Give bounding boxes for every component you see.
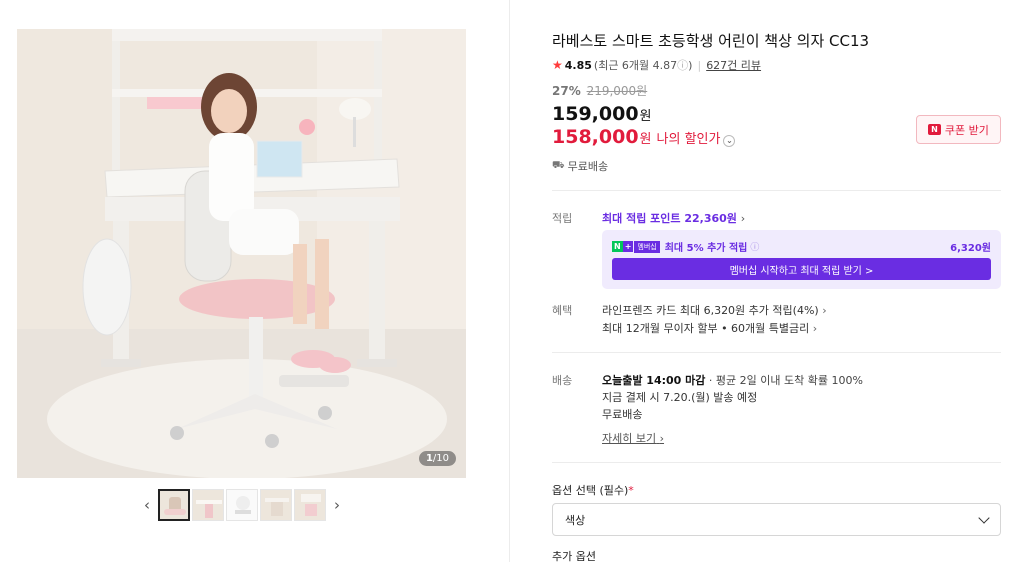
thumbnail-5[interactable]	[294, 489, 326, 521]
membership-line: N + 멤버십 최대 5% 추가 적립 ⓘ 6,320원	[612, 239, 991, 254]
chevron-right-icon: ›	[822, 304, 827, 317]
plus-icon: +	[622, 241, 634, 252]
delivery-schedule: 지금 결제 시 7.20.(월) 발송 예정	[602, 391, 758, 404]
color-select[interactable]: 색상	[552, 503, 1001, 536]
product-gallery: 1/10 ‹ ›	[0, 0, 510, 562]
installment-benefit-link[interactable]: 최대 12개월 무이자 할부 • 60개월 특별금리 ›	[602, 320, 817, 336]
chevron-right-icon: ›	[740, 212, 746, 225]
discount-row: 27% 219,000원	[552, 82, 647, 99]
thumbnail-1[interactable]	[158, 489, 190, 521]
delivery-label: 배송	[552, 374, 573, 387]
coupon-button[interactable]: N 쿠폰 받기	[916, 115, 1001, 144]
my-price-label: 나의 할인가	[656, 132, 721, 147]
naver-n-icon: N	[928, 124, 941, 135]
sale-price: 159,000원	[552, 103, 652, 125]
accumulate-label: 적립	[552, 212, 573, 225]
delivery-detail-link[interactable]: 자세히 보기 ›	[602, 430, 664, 446]
benefit-label: 혜택	[552, 304, 573, 317]
divider	[552, 462, 1001, 463]
divider: |	[697, 58, 702, 72]
recent-rating: (최근 6개월 4.87ⓘ)	[593, 59, 693, 72]
max-points-link[interactable]: 최대 적립 포인트 22,360원 ›	[602, 210, 745, 226]
thumbnail-strip: ‹ ›	[138, 489, 346, 521]
thumbnail-2[interactable]	[192, 489, 224, 521]
free-shipping-info: ⛟ 무료배송	[552, 159, 609, 174]
chevron-down-icon[interactable]: ⌄	[723, 134, 736, 147]
membership-text: 최대 5% 추가 적립	[664, 243, 748, 254]
my-discount-price[interactable]: 158,000 원 나의 할인가 ⌄	[552, 126, 736, 148]
info-icon[interactable]: ⓘ	[750, 240, 759, 253]
chevron-right-icon: ›	[659, 432, 665, 445]
product-photo-illustration	[17, 29, 466, 478]
card-benefit-link[interactable]: 라인프렌즈 카드 최대 6,320원 추가 적립(4%) ›	[602, 302, 827, 318]
chevron-left-icon[interactable]: ‹	[138, 489, 156, 521]
original-price: 219,000원	[586, 84, 648, 98]
divider	[552, 352, 1001, 353]
image-counter: 1/10	[418, 451, 456, 466]
rating-score: 4.85	[564, 58, 592, 72]
naver-n-icon: N	[612, 241, 623, 252]
chevron-down-icon	[978, 511, 990, 524]
divider	[552, 190, 1001, 191]
truck-icon: ⛟	[552, 159, 565, 171]
product-title: 라베스토 스마트 초등학생 어린이 책상 의자 CC13	[552, 32, 870, 50]
review-count-link[interactable]: 627건 리뷰	[706, 57, 761, 73]
membership-amount: 6,320원	[950, 243, 991, 254]
info-icon[interactable]: ⓘ	[677, 59, 688, 72]
delivery-deadline: 오늘출발 14:00 마감 · 평균 2일 이내 도착 확률 100%	[602, 374, 863, 387]
discount-rate: 27%	[552, 84, 581, 98]
rating-row: ★ 4.85 (최근 6개월 4.87ⓘ) | 627건 리뷰	[552, 57, 761, 73]
star-icon: ★	[552, 58, 563, 72]
main-product-image[interactable]: 1/10	[17, 29, 466, 478]
chevron-right-icon[interactable]: ›	[328, 489, 346, 521]
membership-badge: 멤버십	[634, 240, 660, 253]
start-membership-button[interactable]: 멤버십 시작하고 최대 적립 받기 >	[612, 258, 991, 280]
chevron-right-icon: ›	[812, 322, 818, 335]
delivery-free: 무료배송	[602, 408, 643, 421]
option-select-label: 옵션 선택 (필수)*	[552, 484, 634, 497]
membership-box: N + 멤버십 최대 5% 추가 적립 ⓘ 6,320원 멤버십 시작하고 최대…	[602, 230, 1001, 289]
thumbnail-4[interactable]	[260, 489, 292, 521]
thumbnail-3[interactable]	[226, 489, 258, 521]
extra-option-label: 추가 옵션	[552, 550, 596, 562]
